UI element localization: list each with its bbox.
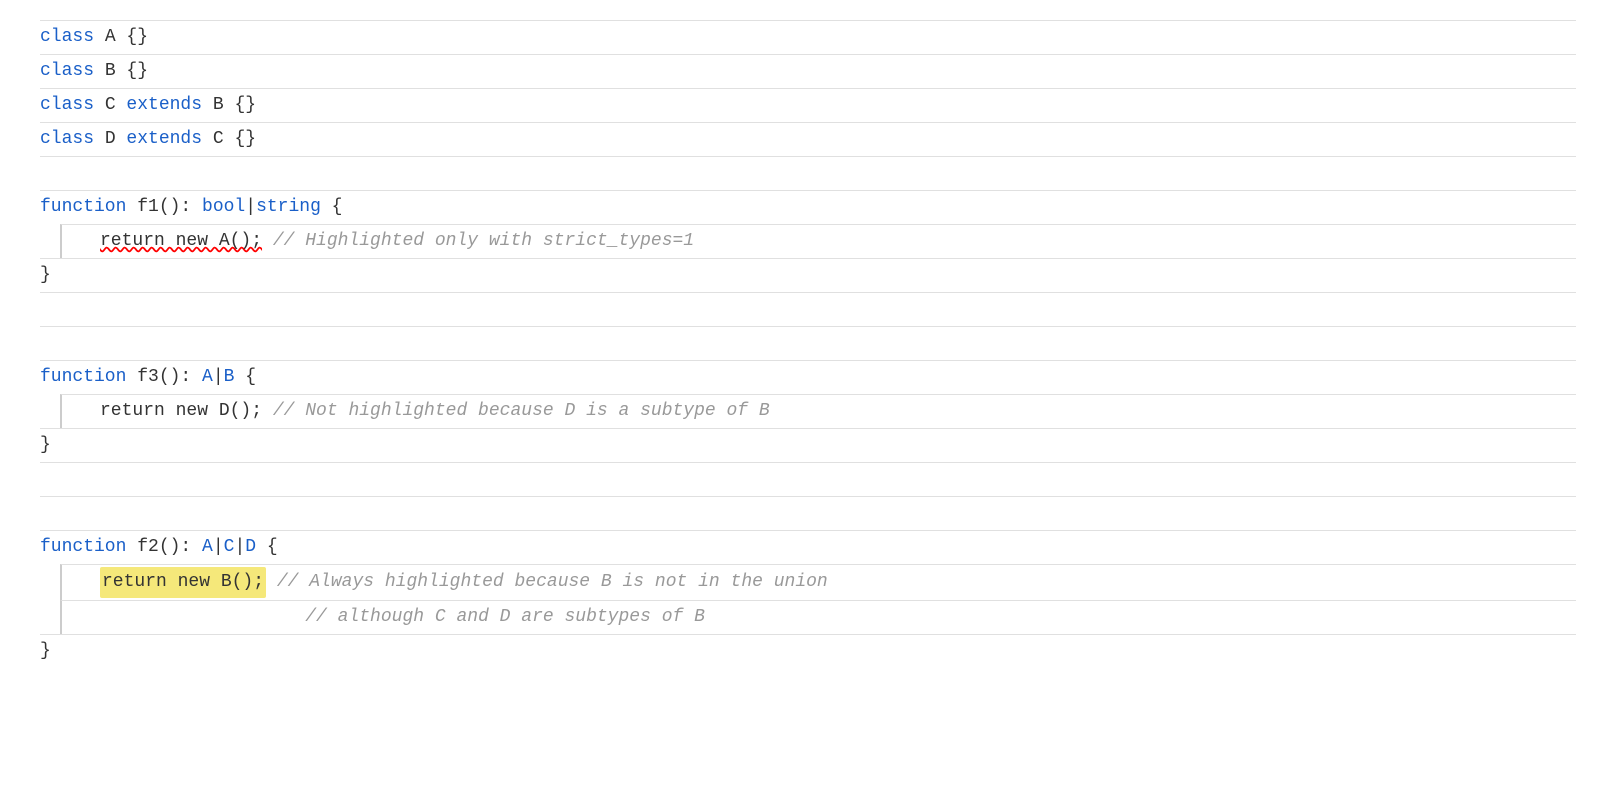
line-f1-close: }	[40, 258, 1576, 292]
class-a-name: A {}	[105, 23, 148, 52]
line-f2-close: }	[40, 634, 1576, 668]
kw-function-f2: function	[40, 533, 137, 562]
f1-return-statement: return new A();	[100, 227, 262, 256]
f1-return-type: bool	[202, 193, 245, 222]
f2-comment1: // Always highlighted because B is not i…	[277, 568, 828, 597]
empty-line-3	[40, 326, 1576, 360]
empty-line-5	[40, 496, 1576, 530]
f1-name: f1():	[137, 193, 202, 222]
line-f3-body: return new D(); // Not highlighted becau…	[60, 394, 1576, 428]
line-class-c: class C extends B {}	[40, 88, 1576, 122]
f2-return-d: D	[245, 533, 256, 562]
f2-close-brace: }	[40, 637, 51, 666]
f2-space	[266, 568, 277, 597]
line-f3-close: }	[40, 428, 1576, 462]
f2-brace: {	[256, 533, 278, 562]
f2-return-a: A	[202, 533, 213, 562]
f3-return-b: B	[224, 363, 235, 392]
empty-line-4	[40, 462, 1576, 496]
line-class-d: class D extends C {}	[40, 122, 1576, 156]
kw-class-d: class	[40, 125, 105, 154]
class-d-name: D	[105, 125, 127, 154]
f1-brace: {	[321, 193, 343, 222]
line-f2-sig: function f2(): A|C|D {	[40, 530, 1576, 564]
line-f3-sig: function f3(): A|B {	[40, 360, 1576, 394]
empty-line-1	[40, 156, 1576, 190]
kw-function-f3: function	[40, 363, 137, 392]
f1-pipe: |	[245, 193, 256, 222]
kw-extends-d: extends	[126, 125, 202, 154]
line-f2-body1: return new B(); // Always highlighted be…	[60, 564, 1576, 600]
code-block: class A {} class B {} class C extends B …	[40, 20, 1576, 668]
f2-indent-spaces	[100, 603, 305, 632]
line-class-a: class A {}	[40, 20, 1576, 54]
f1-space	[262, 227, 273, 256]
empty-line-2	[40, 292, 1576, 326]
f1-comment: // Highlighted only with strict_types=1	[273, 227, 694, 256]
class-c-parent: B {}	[202, 91, 256, 120]
line-f1-sig: function f1(): bool|string {	[40, 190, 1576, 224]
f2-return-c: C	[224, 533, 235, 562]
f3-close-brace: }	[40, 431, 51, 460]
kw-function-f1: function	[40, 193, 137, 222]
class-d-parent: C {}	[202, 125, 256, 154]
line-f1-body: return new A(); // Highlighted only with…	[60, 224, 1576, 258]
code-container: class A {} class B {} class C extends B …	[0, 0, 1616, 808]
line-class-b: class B {}	[40, 54, 1576, 88]
f2-pipe1: |	[213, 533, 224, 562]
class-b-name: B {}	[105, 57, 148, 86]
kw-extends-c: extends	[126, 91, 202, 120]
line-f2-body2: // although C and D are subtypes of B	[60, 600, 1576, 634]
kw-class-b: class	[40, 57, 105, 86]
class-c-name: C	[105, 91, 127, 120]
f3-return-a: A	[202, 363, 213, 392]
f2-name: f2():	[137, 533, 202, 562]
f2-comment2: // although C and D are subtypes of B	[305, 603, 705, 632]
f2-pipe2: |	[234, 533, 245, 562]
kw-class-a: class	[40, 23, 105, 52]
f3-pipe: |	[213, 363, 224, 392]
kw-class-c: class	[40, 91, 105, 120]
f3-comment: // Not highlighted because D is a subtyp…	[273, 397, 770, 426]
f2-return-highlighted: return new B();	[100, 567, 266, 598]
f1-return-type2: string	[256, 193, 321, 222]
f1-close-brace: }	[40, 261, 51, 290]
f3-return: return new D();	[100, 397, 273, 426]
f3-name: f3():	[137, 363, 202, 392]
f3-brace: {	[234, 363, 256, 392]
